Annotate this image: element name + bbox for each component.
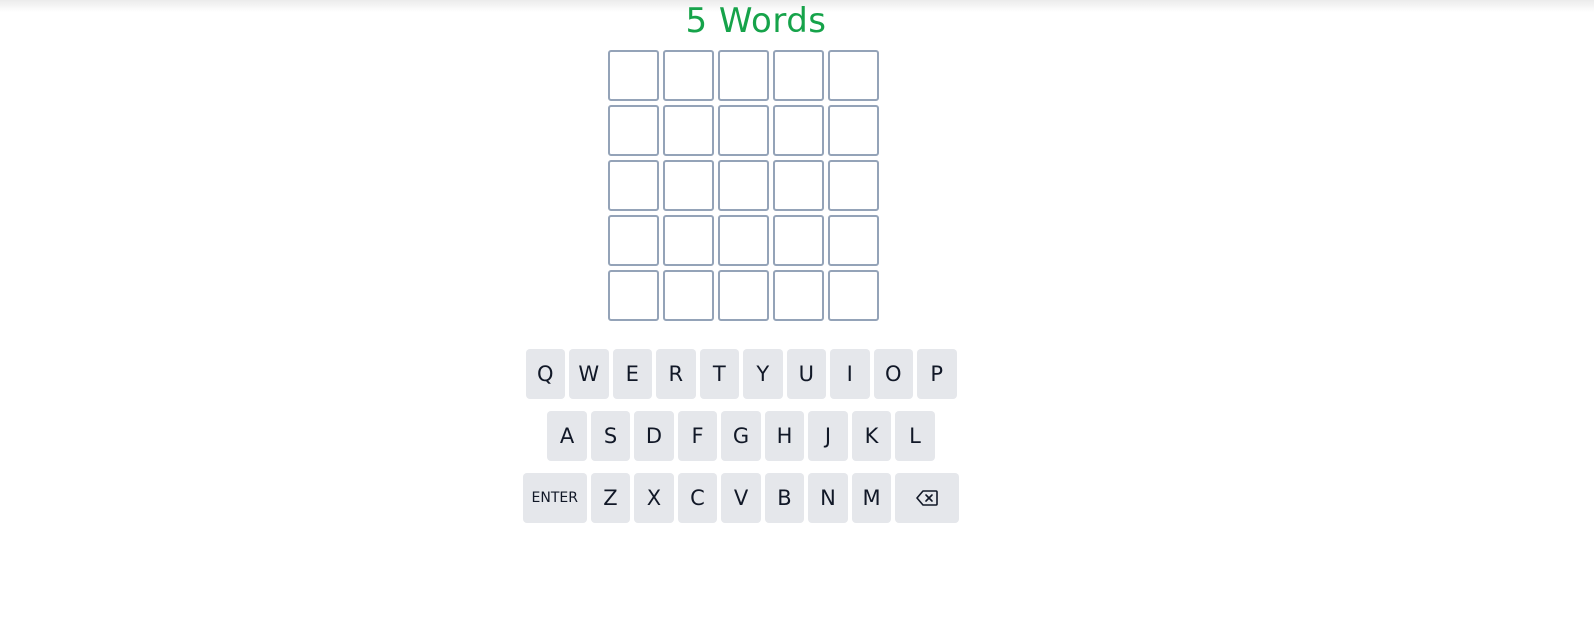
grid-cell [828, 105, 879, 156]
key-x[interactable]: X [634, 473, 674, 523]
key-k[interactable]: K [851, 411, 892, 461]
key-y[interactable]: Y [743, 349, 783, 399]
key-s[interactable]: S [590, 411, 631, 461]
backspace-key[interactable] [895, 473, 960, 523]
grid-cell [718, 160, 769, 211]
key-z[interactable]: Z [590, 473, 631, 523]
grid-cell [773, 105, 824, 156]
grid-cell [608, 160, 659, 211]
grid-cell [608, 270, 659, 321]
key-t[interactable]: T [699, 349, 739, 399]
on-screen-keyboard: QWERTYUIOP ASDFGHJKL ENTER ZXCVBNM [0, 349, 1482, 535]
key-u[interactable]: U [786, 349, 826, 399]
grid-cell [663, 160, 714, 211]
keyboard-row-1: QWERTYUIOP [0, 349, 1482, 399]
grid-cell [773, 270, 824, 321]
key-q[interactable]: Q [525, 349, 565, 399]
grid-cell [608, 50, 659, 101]
keyboard-row-2: ASDFGHJKL [0, 411, 1482, 461]
grid-cell [718, 270, 769, 321]
game-title: 5 Words [685, 1, 827, 41]
key-r[interactable]: R [656, 349, 696, 399]
backspace-icon [916, 490, 939, 506]
key-m[interactable]: M [851, 473, 892, 523]
grid-cell [608, 215, 659, 266]
grid-cell [718, 105, 769, 156]
key-f[interactable]: F [677, 411, 718, 461]
key-v[interactable]: V [721, 473, 761, 523]
key-g[interactable]: G [721, 411, 761, 461]
grid-cell [718, 215, 769, 266]
key-b[interactable]: B [764, 473, 805, 523]
key-l[interactable]: L [895, 411, 935, 461]
grid-cell [663, 215, 714, 266]
key-n[interactable]: N [808, 473, 848, 523]
key-a[interactable]: A [547, 411, 587, 461]
key-h[interactable]: H [764, 411, 805, 461]
key-p[interactable]: P [917, 349, 957, 399]
key-c[interactable]: C [677, 473, 718, 523]
key-d[interactable]: D [634, 411, 674, 461]
guess-grid [608, 50, 879, 321]
keyboard-row-3: ENTER ZXCVBNM [0, 473, 1482, 523]
grid-cell [828, 50, 879, 101]
grid-cell [773, 160, 824, 211]
key-o[interactable]: O [873, 349, 913, 399]
key-w[interactable]: W [569, 349, 609, 399]
key-j[interactable]: J [808, 411, 848, 461]
grid-cell [828, 215, 879, 266]
grid-cell [773, 50, 824, 101]
key-e[interactable]: E [612, 349, 652, 399]
grid-cell [828, 160, 879, 211]
grid-cell [828, 270, 879, 321]
grid-cell [718, 50, 769, 101]
grid-cell [663, 270, 714, 321]
grid-cell [663, 105, 714, 156]
game-page: 5 Words QWERTYUIOP ASDFGHJKL ENTER ZXCVB… [0, 0, 1594, 642]
enter-key[interactable]: ENTER [522, 473, 587, 523]
grid-cell [663, 50, 714, 101]
key-i[interactable]: I [830, 349, 870, 399]
grid-cell [608, 105, 659, 156]
grid-cell [773, 215, 824, 266]
